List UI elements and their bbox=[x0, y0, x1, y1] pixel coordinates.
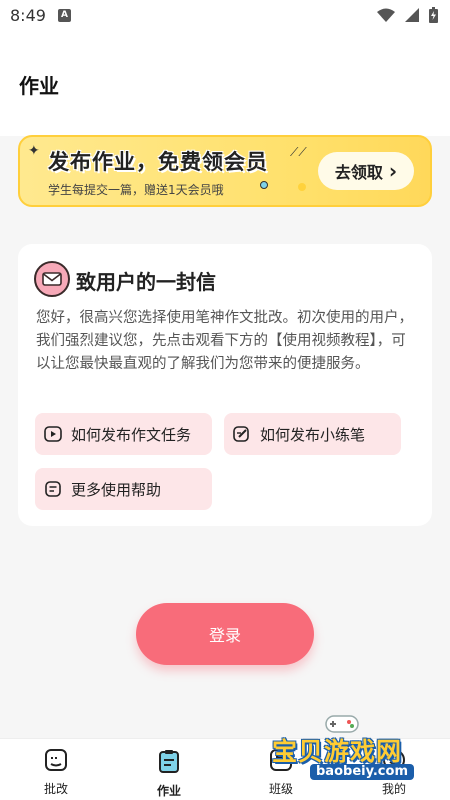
sparkle-icon: ✦ bbox=[28, 143, 40, 159]
tab-label: 班级 bbox=[268, 782, 293, 796]
watermark-url: baobeiy.com bbox=[310, 764, 414, 780]
video-icon bbox=[43, 424, 63, 444]
tab-label: 批改 bbox=[43, 782, 68, 796]
tab-homework[interactable]: 作业 bbox=[139, 749, 199, 799]
status-time: 8:49 bbox=[10, 6, 46, 25]
wifi-icon bbox=[377, 8, 395, 22]
page-title: 作业 bbox=[19, 74, 59, 98]
status-icons bbox=[377, 7, 438, 23]
help-button-more[interactable]: 更多使用帮助 bbox=[35, 468, 212, 510]
letter-card: 致用户的一封信 您好，很高兴您选择使用笔神作文批改。初次使用的用户，我们强烈建议… bbox=[18, 244, 432, 526]
help-button-essay-task[interactable]: 如何发布作文任务 bbox=[35, 413, 212, 455]
watermark: 宝贝游戏网 baobeiy.com bbox=[258, 712, 428, 782]
promo-title: 发布作业，免费领会员 bbox=[48, 150, 268, 174]
claim-button-label: 去领取 bbox=[334, 163, 383, 182]
homework-icon bbox=[158, 749, 180, 777]
battery-icon bbox=[429, 7, 438, 23]
tab-grading[interactable]: 批改 bbox=[26, 749, 86, 797]
sparkle-icon: ⟋⟋ bbox=[290, 145, 307, 159]
watermark-text: 宝贝游戏网 bbox=[272, 737, 403, 766]
help-button-practice[interactable]: 如何发布小练笔 bbox=[224, 413, 401, 455]
notification-icon: A bbox=[58, 9, 71, 22]
grading-icon bbox=[45, 749, 67, 775]
help-button-label: 更多使用帮助 bbox=[71, 480, 162, 499]
envelope-icon bbox=[34, 261, 70, 297]
claim-button[interactable]: 去领取 › bbox=[318, 152, 414, 190]
login-button[interactable]: 登录 bbox=[136, 603, 314, 665]
decor-dot bbox=[298, 183, 306, 191]
letter-title: 致用户的一封信 bbox=[76, 270, 216, 294]
tab-label: 作业 bbox=[156, 784, 181, 798]
promo-banner[interactable]: ✦ ⟋⟋ 发布作业，免费领会员 学生每提交一篇，赠送1天会员哦 去领取 › bbox=[18, 135, 432, 207]
header: 作业 bbox=[0, 32, 450, 136]
help-button-label: 如何发布作文任务 bbox=[71, 425, 192, 444]
edit-icon bbox=[232, 424, 252, 444]
tab-label: 我的 bbox=[381, 782, 406, 796]
help-button-label: 如何发布小练笔 bbox=[260, 425, 366, 444]
status-bar: 8:49 A bbox=[0, 0, 450, 32]
chevron-right-icon: › bbox=[388, 159, 398, 183]
decor-dot bbox=[260, 181, 268, 189]
letter-body: 您好，很高兴您选择使用笔神作文批改。初次使用的用户，我们强烈建议您，先点击观看下… bbox=[36, 310, 413, 372]
document-icon bbox=[43, 479, 63, 499]
promo-subtitle: 学生每提交一篇，赠送1天会员哦 bbox=[48, 183, 224, 197]
signal-icon bbox=[405, 8, 419, 22]
